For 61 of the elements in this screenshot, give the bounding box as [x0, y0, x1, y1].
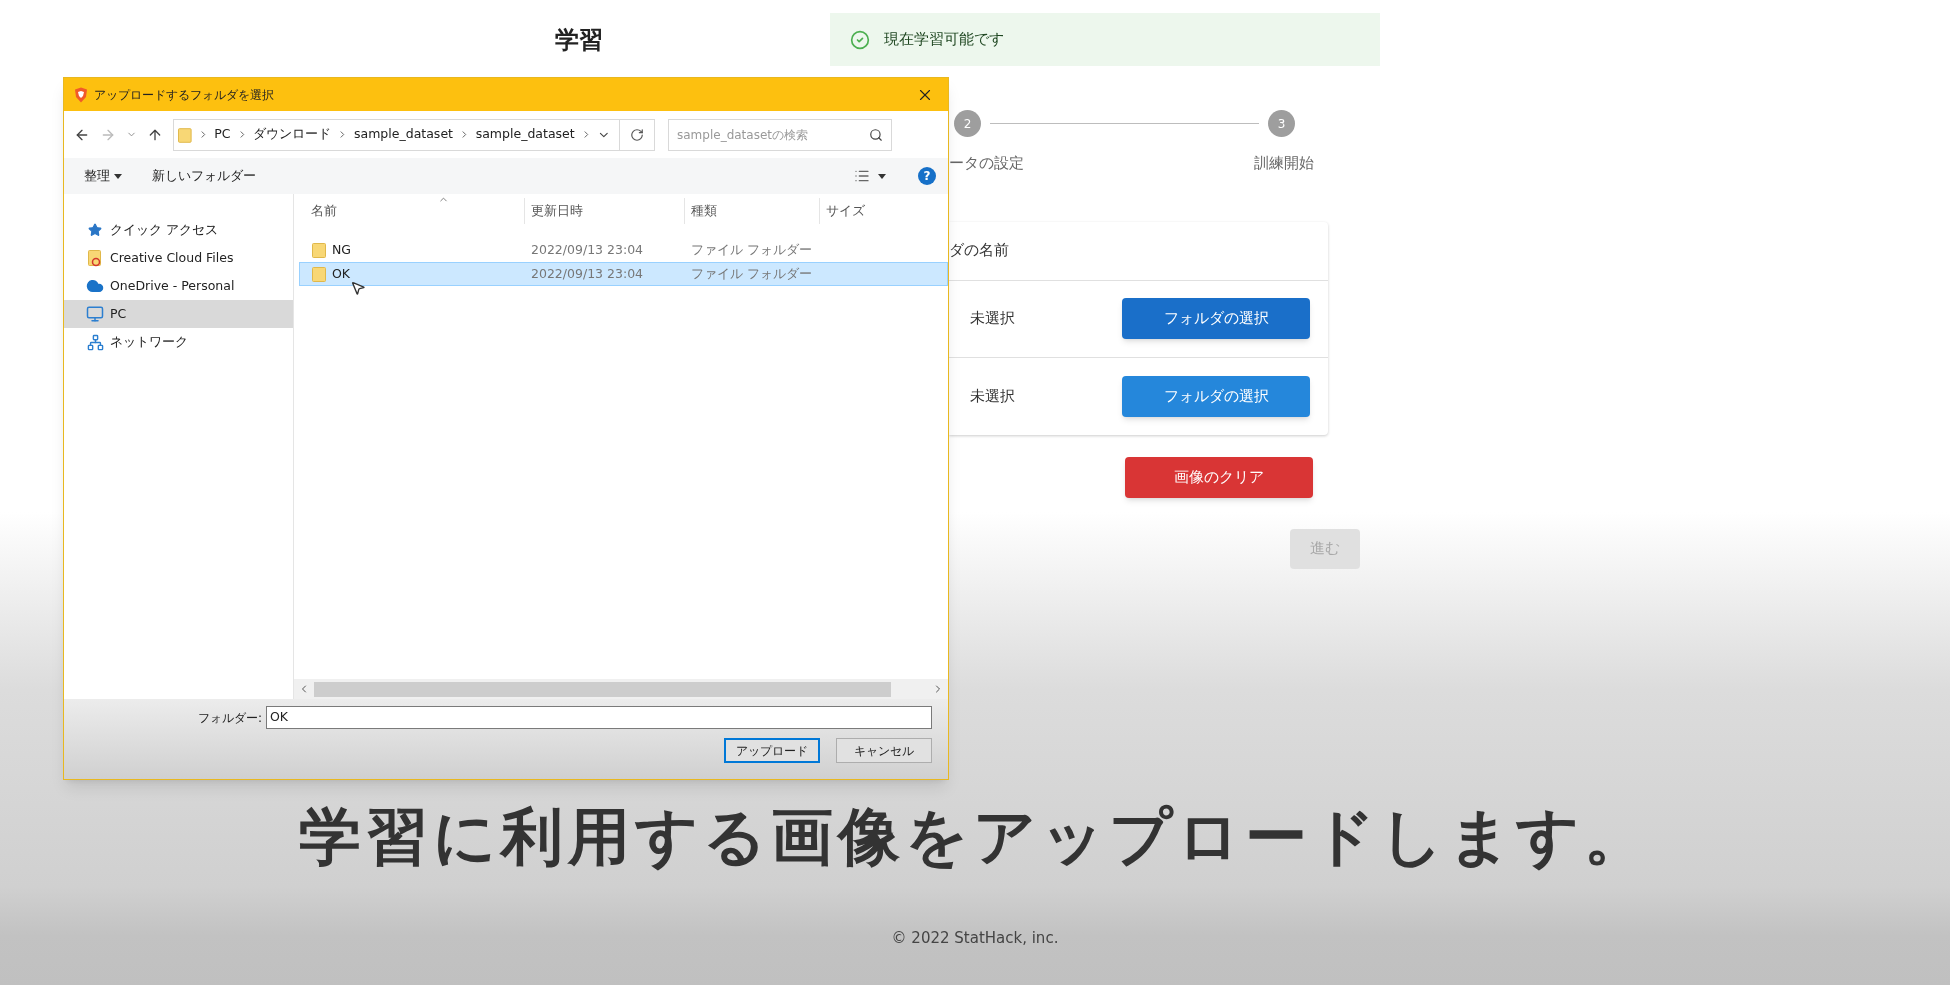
- cloud-icon: [86, 277, 104, 295]
- folder-icon: [312, 242, 326, 258]
- clear-images-button[interactable]: 画像のクリア: [1125, 456, 1313, 498]
- new-folder-button[interactable]: 新しいフォルダー: [152, 166, 256, 186]
- caret-icon: [114, 173, 122, 179]
- search-placeholder: sample_datasetの検索: [677, 126, 808, 144]
- select-folder-button[interactable]: フォルダの選択: [1122, 298, 1310, 339]
- file-name: OK: [332, 264, 351, 283]
- step-label: ータの設定: [949, 153, 1024, 174]
- network-icon: [86, 333, 104, 351]
- file-row[interactable]: OK 2022/09/13 23:04 ファイル フォルダー: [299, 262, 948, 286]
- breadcrumb[interactable]: PC: [214, 125, 231, 144]
- nav-item[interactable]: OneDrive - Personal: [64, 272, 293, 300]
- folder-status: 未選択: [970, 385, 1015, 407]
- address-bar[interactable]: PC ダウンロード sample_dataset sample_dataset: [173, 118, 655, 151]
- file-type: ファイル フォルダー: [690, 264, 813, 283]
- folder-icon: [178, 126, 192, 143]
- breadcrumb[interactable]: sample_dataset: [354, 125, 453, 144]
- list-view-icon: [854, 168, 870, 184]
- nav-item[interactable]: クイック アクセス: [64, 216, 293, 244]
- breadcrumb[interactable]: ダウンロード: [253, 125, 332, 144]
- column-header[interactable]: 名前: [294, 198, 524, 224]
- monitor-icon: [86, 305, 104, 323]
- folder-icon: [88, 249, 102, 267]
- file-name: NG: [332, 240, 352, 259]
- horizontal-scrollbar[interactable]: [294, 679, 948, 699]
- column-header[interactable]: 種類: [684, 198, 819, 224]
- modified-date: 2022/09/13 23:04: [530, 240, 645, 259]
- nav-item[interactable]: PC: [64, 300, 293, 328]
- subtitle: 学習に利用する画像をアップロードします。: [299, 799, 1651, 875]
- folder-status: 未選択: [970, 308, 1015, 330]
- star-icon: [88, 223, 102, 237]
- refresh-icon: [630, 127, 644, 142]
- folder-icon: [312, 266, 326, 282]
- search-icon: [869, 127, 883, 142]
- column-header[interactable]: サイズ: [819, 198, 948, 224]
- step-label: 訓練開始: [1254, 153, 1314, 174]
- caret-icon: [878, 173, 886, 179]
- page-title: 学習: [555, 24, 604, 56]
- column-header: ダの名前: [949, 240, 1009, 262]
- dialog-button[interactable]: アップロード: [724, 738, 820, 763]
- dialog-button[interactable]: キャンセル: [836, 738, 932, 763]
- column-header[interactable]: 更新日時: [524, 198, 684, 224]
- help-button[interactable]: ?: [918, 167, 936, 185]
- select-folder-button[interactable]: フォルダの選択: [1122, 375, 1310, 417]
- folder-label: フォルダー:: [197, 709, 262, 727]
- breadcrumb[interactable]: sample_dataset: [475, 125, 575, 144]
- file-row[interactable]: NG 2022/09/13 23:04 ファイル フォルダー: [299, 238, 948, 262]
- file-type: ファイル フォルダー: [690, 240, 813, 259]
- nav-item[interactable]: ネットワーク: [64, 328, 293, 356]
- modified-date: 2022/09/13 23:04: [530, 264, 645, 283]
- folder-input[interactable]: OK: [266, 706, 932, 729]
- organize-button[interactable]: 整理: [84, 166, 122, 186]
- cursor-icon: [350, 280, 366, 296]
- nav-item[interactable]: Creative Cloud Files: [64, 244, 293, 272]
- shield-icon: [74, 86, 88, 103]
- check-icon: [850, 29, 870, 50]
- footer-copyright: © 2022 StatHack, inc.: [891, 928, 1059, 949]
- status-text: 現在学習可能です: [884, 29, 1004, 51]
- view-button[interactable]: [854, 168, 886, 184]
- dialog-title: アップロードするフォルダを選択: [94, 86, 274, 104]
